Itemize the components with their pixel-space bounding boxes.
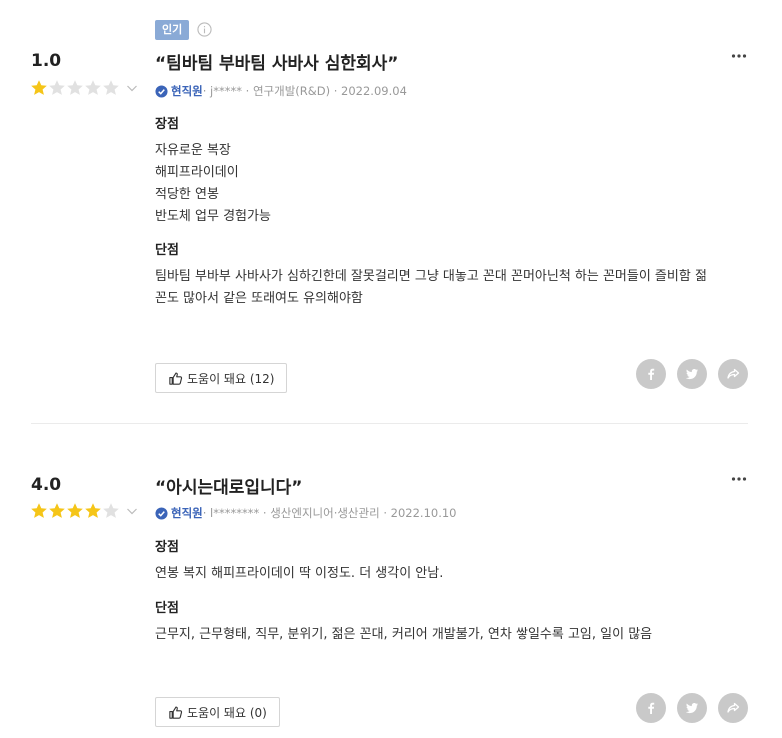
popular-badge: 인기 (155, 20, 190, 40)
review-meta: 현직원 · l******** · 생산엔지니어·생산관리 · 2022.10.… (155, 505, 457, 521)
cons-line: 꼰도 많아서 같은 또래여도 유의해야함 (155, 291, 363, 306)
star-icon (48, 79, 66, 97)
star-icon (84, 79, 102, 97)
verified-icon (155, 84, 168, 98)
pros-line: 자유로운 복장 (155, 143, 231, 158)
pros-line: 연봉 복지 해피프라이데이 딱 이정도. 더 생각이 안남. (155, 566, 444, 581)
twitter-share-button[interactable] (677, 359, 707, 389)
employee-status: 현직원 (171, 84, 203, 98)
url-share-button[interactable] (718, 359, 748, 389)
pros-line: 반도체 업무 경험가능 (155, 209, 271, 224)
twitter-share-button[interactable] (677, 693, 707, 723)
facebook-share-button[interactable] (636, 693, 666, 723)
cons-line: 근무지, 근무형태, 직무, 분위기, 젊은 꼰대, 커리어 개발불가, 연차 … (155, 627, 653, 642)
twitter-icon (685, 367, 699, 381)
star-icon (84, 502, 102, 520)
chevron-down-icon[interactable] (126, 505, 138, 517)
cons-line: 팀바팀 부바부 사바사가 심하긴한데 잘못걸리면 그냥 대놓고 꼰대 꼰머아닌척… (155, 269, 707, 284)
share-icon (726, 367, 740, 381)
helpful-label: 도움이 돼요 (12) (187, 371, 275, 386)
share-icon (726, 701, 740, 715)
chevron-down-icon[interactable] (126, 82, 138, 94)
review-author-info: · l******** · 생산엔지니어·생산관리 · 2022.10.10 (202, 506, 457, 520)
review-author-info: · j***** · 연구개발(R&D) · 2022.09.04 (202, 84, 407, 98)
pros-line: 해피프라이데이 (155, 165, 239, 180)
helpful-label: 도움이 돼요 (0) (187, 705, 267, 720)
star-icon (102, 79, 120, 97)
star-icon (30, 79, 48, 97)
more-icon[interactable] (731, 475, 747, 483)
review-title: “아시는대로입니다” (155, 478, 303, 498)
more-icon[interactable] (731, 52, 747, 60)
star-icon (66, 502, 84, 520)
helpful-button[interactable]: 도움이 돼요 (12) (155, 363, 288, 393)
star-icon (102, 502, 120, 520)
thumb-up-icon (168, 371, 183, 386)
cons-label: 단점 (155, 601, 179, 616)
verified-icon (155, 506, 168, 520)
employee-status: 현직원 (171, 506, 203, 520)
pros-line: 적당한 연봉 (155, 187, 219, 202)
rating-stars[interactable] (30, 502, 138, 520)
info-icon[interactable] (197, 22, 212, 37)
facebook-icon (644, 367, 658, 381)
cons-label: 단점 (155, 243, 179, 258)
rating-score: 4.0 (31, 475, 62, 495)
thumb-up-icon (168, 705, 183, 720)
star-icon (48, 502, 66, 520)
review-meta: 현직원 · j***** · 연구개발(R&D) · 2022.09.04 (155, 83, 407, 99)
star-icon (66, 79, 84, 97)
star-icon (30, 502, 48, 520)
rating-stars[interactable] (30, 79, 138, 97)
helpful-button[interactable]: 도움이 돼요 (0) (155, 697, 280, 727)
url-share-button[interactable] (718, 693, 748, 723)
review-title: “팀바팀 부바팀 사바사 심한회사” (155, 54, 399, 74)
twitter-icon (685, 701, 699, 715)
pros-label: 장점 (155, 540, 179, 555)
pros-label: 장점 (155, 117, 179, 132)
review-card: 4.0 “아시는대로입니다” 현직원 · l******** · 생산엔지니어·… (0, 424, 782, 738)
review-card: 인기 1.0 “팀바팀 부바팀 사바사 심한회사” 현직원 · j***** ·… (0, 0, 782, 423)
facebook-share-button[interactable] (636, 359, 666, 389)
facebook-icon (644, 701, 658, 715)
rating-score: 1.0 (31, 51, 62, 71)
